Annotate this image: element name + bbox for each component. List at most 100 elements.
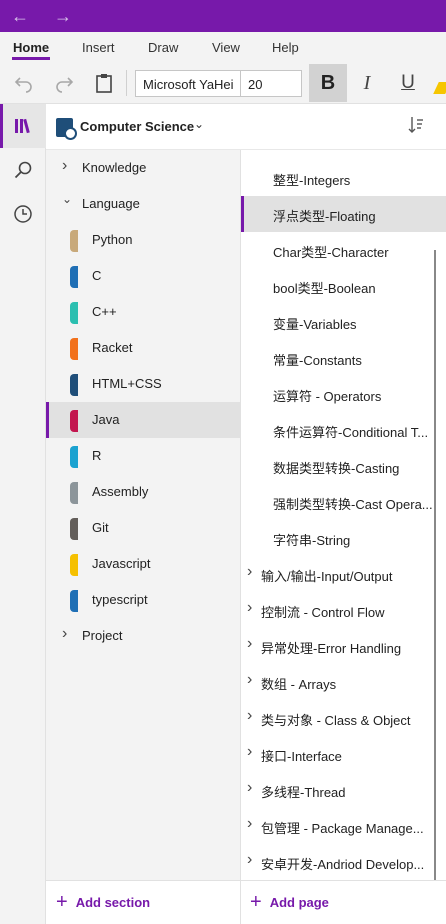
search-button[interactable] — [0, 148, 46, 192]
search-icon — [14, 161, 32, 179]
section-label: Javascript — [92, 556, 151, 571]
chevron-right-icon[interactable]: › — [247, 563, 252, 581]
page-group[interactable]: › 接口-Interface — [241, 736, 446, 772]
page-item[interactable]: 条件运算符-Conditional T... — [241, 412, 446, 448]
section-label: Project — [82, 628, 123, 643]
bold-button[interactable]: B — [309, 64, 347, 102]
chevron-right-icon[interactable]: › — [247, 779, 252, 797]
italic-button[interactable]: I — [352, 68, 382, 98]
section-color-tab — [70, 518, 78, 540]
page-label: 多线程-Thread — [261, 785, 346, 800]
chevron-down-icon[interactable]: ⌄ — [194, 117, 204, 131]
page-item[interactable]: 字符串-String — [241, 520, 446, 556]
notebook-icon — [56, 118, 77, 140]
add-section-button[interactable]: + Add section — [56, 892, 151, 912]
redo-icon[interactable] — [49, 68, 79, 98]
page-item[interactable]: 运算符 - Operators — [241, 376, 446, 412]
page-label: 控制流 - Control Flow — [261, 605, 385, 620]
notebooks-button[interactable] — [0, 104, 46, 148]
add-section-label: Add section — [75, 895, 151, 910]
page-item[interactable]: 强制类型转换-Cast Opera... — [241, 484, 446, 520]
chevron-right-icon[interactable]: › — [247, 743, 252, 761]
section-item[interactable]: R — [46, 438, 240, 474]
section-color-tab — [70, 266, 78, 288]
page-item[interactable]: bool类型-Boolean — [241, 268, 446, 304]
page-item[interactable]: 常量-Constants — [241, 340, 446, 376]
font-name-field[interactable]: Microsoft YaHei — [143, 77, 239, 92]
toolbar: Microsoft YaHei 20 B I U — [0, 62, 446, 104]
page-group[interactable]: › 控制流 - Control Flow — [241, 592, 446, 628]
ribbon-tabs: Home Insert Draw View Help — [0, 32, 446, 62]
clipboard-icon[interactable] — [89, 68, 119, 98]
section-color-tab — [70, 338, 78, 360]
section-item[interactable]: typescript — [46, 582, 240, 618]
undo-icon[interactable] — [9, 68, 39, 98]
underline-button[interactable]: U — [393, 68, 423, 98]
chevron-right-icon[interactable]: › — [247, 851, 252, 869]
title-bar: ← → — [0, 0, 446, 32]
page-group[interactable]: › 多线程-Thread — [241, 772, 446, 808]
page-label: 整型-Integers — [273, 173, 351, 188]
section-label: R — [92, 448, 102, 463]
page-label: 接口-Interface — [261, 749, 342, 764]
section-group[interactable]: ⌄ Language — [46, 186, 240, 222]
chevron-right-icon[interactable]: › — [62, 625, 67, 643]
section-label: Assembly — [92, 484, 149, 499]
toolbar-divider — [126, 70, 127, 96]
page-group[interactable]: › 安卓开发-Andriod Develop... — [241, 844, 446, 880]
chevron-right-icon[interactable]: › — [247, 635, 252, 653]
page-label: 异常处理-Error Handling — [261, 641, 402, 656]
tab-insert[interactable]: Insert — [82, 40, 115, 55]
add-page-button[interactable]: + Add page — [250, 892, 329, 912]
forward-arrow-icon[interactable]: → — [43, 0, 83, 32]
tab-draw[interactable]: Draw — [148, 40, 178, 55]
page-group[interactable]: › 异常处理-Error Handling — [241, 628, 446, 664]
recent-button[interactable] — [0, 192, 46, 236]
chevron-right-icon[interactable]: › — [247, 599, 252, 617]
section-item[interactable]: C — [46, 258, 240, 294]
chevron-right-icon[interactable]: › — [247, 707, 252, 725]
tab-home[interactable]: Home — [13, 40, 49, 55]
page-group[interactable]: › 输入/输出-Input/Output — [241, 556, 446, 592]
chevron-right-icon[interactable]: › — [247, 815, 252, 833]
page-item[interactable]: 数据类型转换-Casting — [241, 448, 446, 484]
page-label: 类与对象 - Class & Object — [261, 713, 411, 728]
chevron-right-icon[interactable]: › — [62, 157, 67, 175]
clock-icon — [14, 205, 32, 223]
section-item[interactable]: Racket — [46, 330, 240, 366]
tab-help[interactable]: Help — [272, 40, 299, 55]
page-group[interactable]: › 类与对象 - Class & Object — [241, 700, 446, 736]
section-item[interactable]: C++ — [46, 294, 240, 330]
active-rail-indicator — [0, 104, 3, 148]
page-item[interactable]: Char类型-Character — [241, 232, 446, 268]
section-item[interactable]: Git — [46, 510, 240, 546]
chevron-right-icon[interactable]: › — [247, 671, 252, 689]
section-color-tab — [70, 482, 78, 504]
section-item[interactable]: Python — [46, 222, 240, 258]
highlighter-icon[interactable] — [433, 82, 446, 94]
section-label: C — [92, 268, 102, 283]
notebook-name[interactable]: Computer Science — [80, 119, 194, 134]
page-item[interactable]: 变量-Variables — [241, 304, 446, 340]
page-label: 数组 - Arrays — [261, 677, 337, 692]
section-item[interactable]: Java — [46, 402, 240, 438]
section-item[interactable]: Assembly — [46, 474, 240, 510]
section-color-tab — [70, 446, 78, 468]
section-item[interactable]: HTML+CSS — [46, 366, 240, 402]
section-group[interactable]: › Knowledge — [46, 150, 240, 186]
tab-view[interactable]: View — [212, 40, 240, 55]
chevron-down-icon[interactable]: ⌄ — [62, 192, 72, 206]
sort-icon[interactable] — [408, 116, 424, 138]
page-item[interactable]: 整型-Integers — [241, 160, 446, 196]
bottom-bar: + Add section + Add page — [46, 880, 446, 924]
page-group[interactable]: › 包管理 - Package Manage... — [241, 808, 446, 844]
page-group[interactable]: › 数组 - Arrays — [241, 664, 446, 700]
active-tab-indicator — [12, 57, 50, 60]
page-label: 输入/输出-Input/Output — [261, 569, 393, 584]
page-item[interactable]: 浮点类型-Floating — [241, 196, 446, 232]
section-group[interactable]: › Project — [46, 618, 240, 654]
font-size-field[interactable]: 20 — [248, 77, 262, 92]
section-item[interactable]: Javascript — [46, 546, 240, 582]
back-arrow-icon[interactable]: ← — [0, 0, 40, 32]
font-picker[interactable]: Microsoft YaHei 20 — [135, 70, 302, 97]
